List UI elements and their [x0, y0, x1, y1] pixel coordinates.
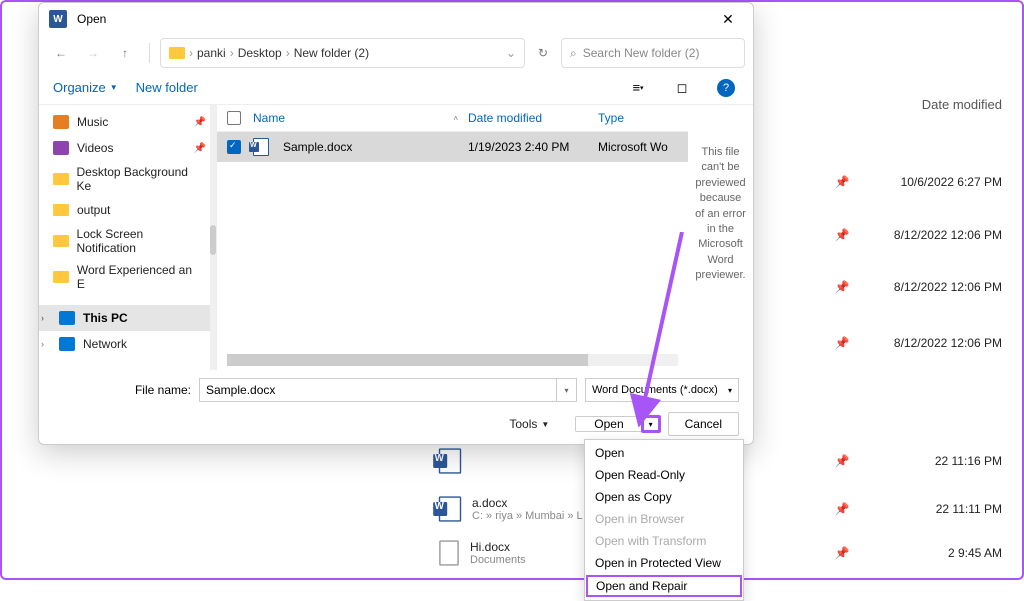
organize-button[interactable]: Organize▼ [53, 80, 118, 95]
chevron-down-icon[interactable]: ⌄ [506, 46, 516, 60]
search-placeholder: Search New folder (2) [583, 46, 700, 60]
sidebar-item-folder[interactable]: Word Experienced an E [39, 259, 216, 295]
column-name[interactable]: Name ˄ [253, 111, 468, 125]
folder-icon [53, 204, 69, 216]
column-type[interactable]: Type [598, 111, 678, 125]
word-doc-icon [253, 138, 269, 156]
view-mode-button[interactable]: ≡ ▾ [625, 75, 651, 101]
tools-button[interactable]: Tools ▼ [509, 417, 549, 431]
filename-input[interactable] [199, 378, 557, 402]
chevron-right-icon[interactable]: › [41, 313, 44, 323]
filename-label: File name: [53, 383, 191, 397]
sidebar-item-this-pc[interactable]: ›This PC [39, 305, 216, 331]
sidebar-item-network[interactable]: ›Network [39, 331, 216, 357]
open-dropdown-button[interactable]: ▾ [642, 416, 660, 432]
folder-tree[interactable]: Music📌 Videos📌 Desktop Background Ke out… [39, 105, 217, 370]
refresh-button[interactable]: ↻ [529, 39, 557, 67]
folder-icon [53, 235, 69, 247]
search-input[interactable]: ⌕ Search New folder (2) [561, 38, 745, 68]
menu-open-transform: Open with Transform [585, 530, 743, 552]
bg-column-header: Date modified [762, 97, 1002, 112]
open-split-button[interactable]: Open ▾ [575, 416, 659, 432]
menu-open[interactable]: Open [585, 442, 743, 464]
breadcrumb[interactable]: › panki › Desktop › New folder (2) ⌄ [160, 38, 525, 68]
sidebar-item-folder[interactable]: Desktop Background Ke [39, 161, 216, 197]
network-icon [59, 337, 75, 351]
sidebar-item-music[interactable]: Music📌 [39, 109, 216, 135]
word-app-icon: W [49, 10, 67, 28]
annotation-highlight [641, 415, 661, 433]
titlebar: W Open ✕ [39, 3, 753, 35]
file-date: 1/19/2023 2:40 PM [468, 140, 598, 154]
search-icon: ⌕ [570, 46, 577, 61]
new-folder-button[interactable]: New folder [136, 80, 198, 95]
file-name: Sample.docx [283, 140, 352, 154]
file-filter-select[interactable]: Word Documents (*.docx) ▾ [585, 378, 739, 402]
menu-open-copy[interactable]: Open as Copy [585, 486, 743, 508]
file-checkbox[interactable] [227, 140, 241, 154]
horizontal-scrollbar[interactable] [227, 354, 678, 366]
filename-dropdown[interactable]: ▾ [557, 378, 577, 402]
pin-icon[interactable]: 📌 [822, 228, 862, 242]
pin-icon[interactable]: 📌 [822, 546, 862, 560]
scrollbar-thumb[interactable] [227, 354, 588, 366]
file-list: Name ˄ Date modified Type Sample.docx 1/… [217, 105, 688, 370]
toolbar: Organize▼ New folder ≡ ▾ ◻ ? [39, 71, 753, 105]
dialog-footer: File name: ▾ Word Documents (*.docx) ▾ T… [39, 370, 753, 444]
folder-icon [169, 47, 185, 59]
pin-icon[interactable]: 📌 [822, 454, 862, 468]
forward-button[interactable]: → [79, 39, 107, 67]
file-type: Microsoft Wo [598, 140, 678, 154]
folder-icon [53, 271, 69, 283]
menu-open-readonly[interactable]: Open Read-Only [585, 464, 743, 486]
menu-open-protected[interactable]: Open in Protected View [585, 552, 743, 574]
preview-pane-button[interactable]: ◻ [669, 75, 695, 101]
pin-icon[interactable]: 📌 [822, 502, 862, 516]
select-all-checkbox[interactable] [227, 111, 241, 125]
preview-pane: This file can't be previewed because of … [688, 105, 753, 370]
open-file-dialog: W Open ✕ ← → ↑ › panki › Desktop › New f… [38, 2, 754, 445]
scrollbar-thumb[interactable] [210, 225, 216, 255]
open-button[interactable]: Open [575, 416, 641, 432]
pin-icon[interactable]: 📌 [822, 175, 862, 189]
separator [149, 43, 150, 63]
folder-icon [53, 173, 69, 185]
doc-icon [439, 540, 459, 565]
menu-open-repair[interactable]: Open and Repair [586, 575, 742, 597]
menu-open-browser: Open in Browser [585, 508, 743, 530]
music-icon [53, 115, 69, 129]
sidebar-item-folder[interactable]: Lock Screen Notification [39, 223, 216, 259]
up-button[interactable]: ↑ [111, 39, 139, 67]
videos-icon [53, 141, 69, 155]
pin-icon[interactable]: 📌 [822, 336, 862, 350]
crumb-3[interactable]: New folder (2) [294, 46, 369, 60]
pin-icon[interactable]: 📌 [822, 280, 862, 294]
pin-icon: 📌 [194, 117, 206, 128]
sidebar-item-folder[interactable]: output [39, 197, 216, 223]
tree-scrollbar[interactable] [210, 105, 216, 370]
crumb-1[interactable]: panki [197, 46, 226, 60]
pin-icon: 📌 [194, 143, 206, 154]
back-button[interactable]: ← [47, 39, 75, 67]
cancel-button[interactable]: Cancel [668, 412, 739, 436]
word-doc-icon [439, 496, 461, 521]
word-doc-icon [439, 448, 461, 473]
open-dropdown-menu: Open Open Read-Only Open as Copy Open in… [584, 439, 744, 601]
navigation-bar: ← → ↑ › panki › Desktop › New folder (2)… [39, 35, 753, 71]
column-date[interactable]: Date modified [468, 111, 598, 125]
list-header: Name ˄ Date modified Type [217, 105, 688, 132]
dialog-title: Open [77, 12, 713, 26]
close-button[interactable]: ✕ [713, 11, 743, 28]
crumb-2[interactable]: Desktop [238, 46, 282, 60]
pc-icon [59, 311, 75, 325]
chevron-right-icon[interactable]: › [41, 339, 44, 349]
file-row[interactable]: Sample.docx 1/19/2023 2:40 PM Microsoft … [217, 132, 688, 162]
sidebar-item-videos[interactable]: Videos📌 [39, 135, 216, 161]
help-button[interactable]: ? [713, 75, 739, 101]
